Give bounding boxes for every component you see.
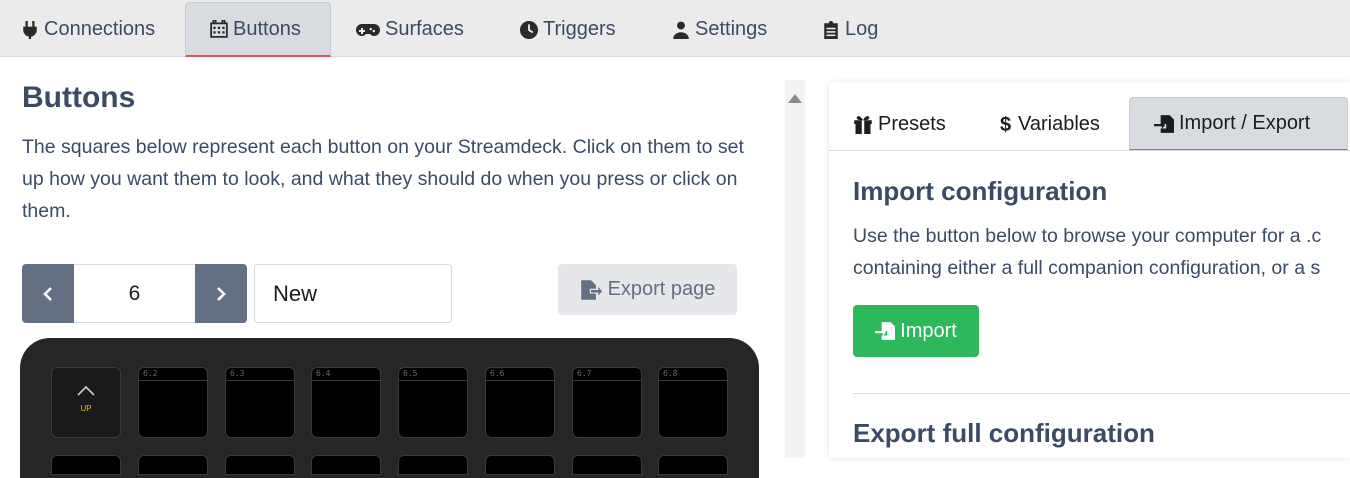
- key-label: 6.4: [316, 369, 331, 378]
- tab-variables[interactable]: $ Variables: [999, 97, 1100, 151]
- import-button-label: Import: [900, 319, 957, 342]
- tab-label: Import / Export: [1179, 112, 1311, 134]
- gift-icon: [854, 116, 872, 134]
- clock-icon: [520, 20, 538, 39]
- key-button[interactable]: 6.7: [572, 367, 642, 438]
- key-button[interactable]: [658, 455, 728, 475]
- tab-label: Settings: [695, 18, 768, 40]
- page-title: Buttons: [22, 81, 136, 114]
- key-button[interactable]: 6.6: [485, 367, 555, 438]
- key-header-divider: [399, 380, 467, 381]
- tab-import-export[interactable]: Import / Export: [1129, 97, 1348, 151]
- buttons-pane: Buttons The squares below represent each…: [0, 57, 780, 478]
- dollar-icon: $: [1000, 114, 1011, 134]
- tab-settings[interactable]: Settings: [651, 2, 801, 57]
- tab-log[interactable]: Log: [801, 2, 911, 57]
- clipboard-list-icon: [824, 20, 838, 39]
- plug-icon: [23, 20, 37, 39]
- streamdeck-grid: UP 6.2 6.3 6.4 6.5 6.6 6.7 6.8: [20, 338, 759, 478]
- key-button[interactable]: 6.4: [311, 367, 381, 438]
- top-nav: Connections Buttons Surfaces Triggers Se…: [0, 0, 1350, 57]
- tab-connections[interactable]: Connections: [0, 2, 185, 57]
- key-button[interactable]: [572, 455, 642, 475]
- file-import-icon: [1154, 114, 1174, 133]
- tab-label: Variables: [1018, 112, 1100, 135]
- key-header-divider: [573, 380, 641, 381]
- key-label: 6.6: [490, 369, 505, 378]
- tab-label: Buttons: [233, 17, 301, 40]
- next-page-button[interactable]: [195, 264, 247, 323]
- chevron-up-icon: [77, 385, 95, 396]
- scroll-up-arrow-icon[interactable]: [787, 92, 803, 104]
- import-description-line: containing either a full companion confi…: [853, 257, 1321, 279]
- key-button[interactable]: 6.5: [398, 367, 468, 438]
- gamepad-icon: [356, 23, 380, 36]
- up-label: UP: [80, 404, 92, 413]
- svg-text:$: $: [1000, 114, 1011, 134]
- key-header-divider: [312, 380, 380, 381]
- page-description: The squares below represent each button …: [22, 136, 744, 222]
- import-button[interactable]: Import: [853, 305, 979, 357]
- file-import-icon: [875, 322, 896, 340]
- tab-label: Log: [845, 18, 879, 40]
- key-label: 6.7: [577, 369, 592, 378]
- tab-label: Connections: [44, 18, 156, 40]
- key-header-divider: [226, 380, 294, 381]
- key-button[interactable]: 6.3: [225, 367, 295, 438]
- key-button[interactable]: [51, 455, 121, 475]
- key-label: 6.8: [663, 369, 678, 378]
- section-divider: [853, 393, 1350, 394]
- key-button[interactable]: [138, 455, 208, 475]
- user-gear-icon: [673, 21, 689, 39]
- key-up[interactable]: UP: [51, 367, 121, 438]
- import-configuration-title: Import configuration: [853, 176, 1108, 206]
- key-button[interactable]: [398, 455, 468, 475]
- chevron-right-icon: [217, 286, 226, 301]
- key-button[interactable]: [225, 455, 295, 475]
- tab-presets[interactable]: Presets: [853, 97, 946, 151]
- tabs-divider: [829, 150, 1350, 151]
- chevron-left-icon: [43, 286, 52, 301]
- page-number[interactable]: 6: [74, 264, 195, 323]
- export-configuration-title: Export full configuration: [853, 418, 1155, 448]
- key-header-divider: [486, 380, 554, 381]
- key-header-divider: [139, 380, 207, 381]
- key-button[interactable]: 6.8: [658, 367, 728, 438]
- side-panel: Presets $ Variables Import / Export Impo…: [829, 82, 1350, 458]
- export-page-button[interactable]: Export page: [558, 264, 737, 315]
- page-name-input[interactable]: [254, 264, 452, 323]
- key-label: 6.5: [403, 369, 418, 378]
- file-export-icon: [580, 279, 602, 300]
- import-description: Use the button below to browse your comp…: [853, 220, 1350, 284]
- key-label: 6.2: [143, 369, 158, 378]
- tab-buttons[interactable]: Buttons: [185, 2, 331, 57]
- key-button[interactable]: 6.2: [138, 367, 208, 438]
- previous-page-button[interactable]: [22, 264, 74, 323]
- tab-surfaces[interactable]: Surfaces: [335, 2, 495, 57]
- calendar-grid-icon: [210, 20, 228, 38]
- export-page-label: Export page: [607, 278, 716, 300]
- tab-label: Triggers: [543, 18, 616, 40]
- key-button[interactable]: [485, 455, 555, 475]
- tab-label: Surfaces: [385, 18, 464, 40]
- key-button[interactable]: [311, 455, 381, 475]
- key-label: 6.3: [230, 369, 245, 378]
- tab-label: Presets: [878, 112, 946, 135]
- scrollbar[interactable]: [785, 80, 805, 458]
- import-description-line: Use the button below to browse your comp…: [853, 225, 1322, 247]
- key-header-divider: [659, 380, 727, 381]
- tab-triggers[interactable]: Triggers: [499, 2, 649, 57]
